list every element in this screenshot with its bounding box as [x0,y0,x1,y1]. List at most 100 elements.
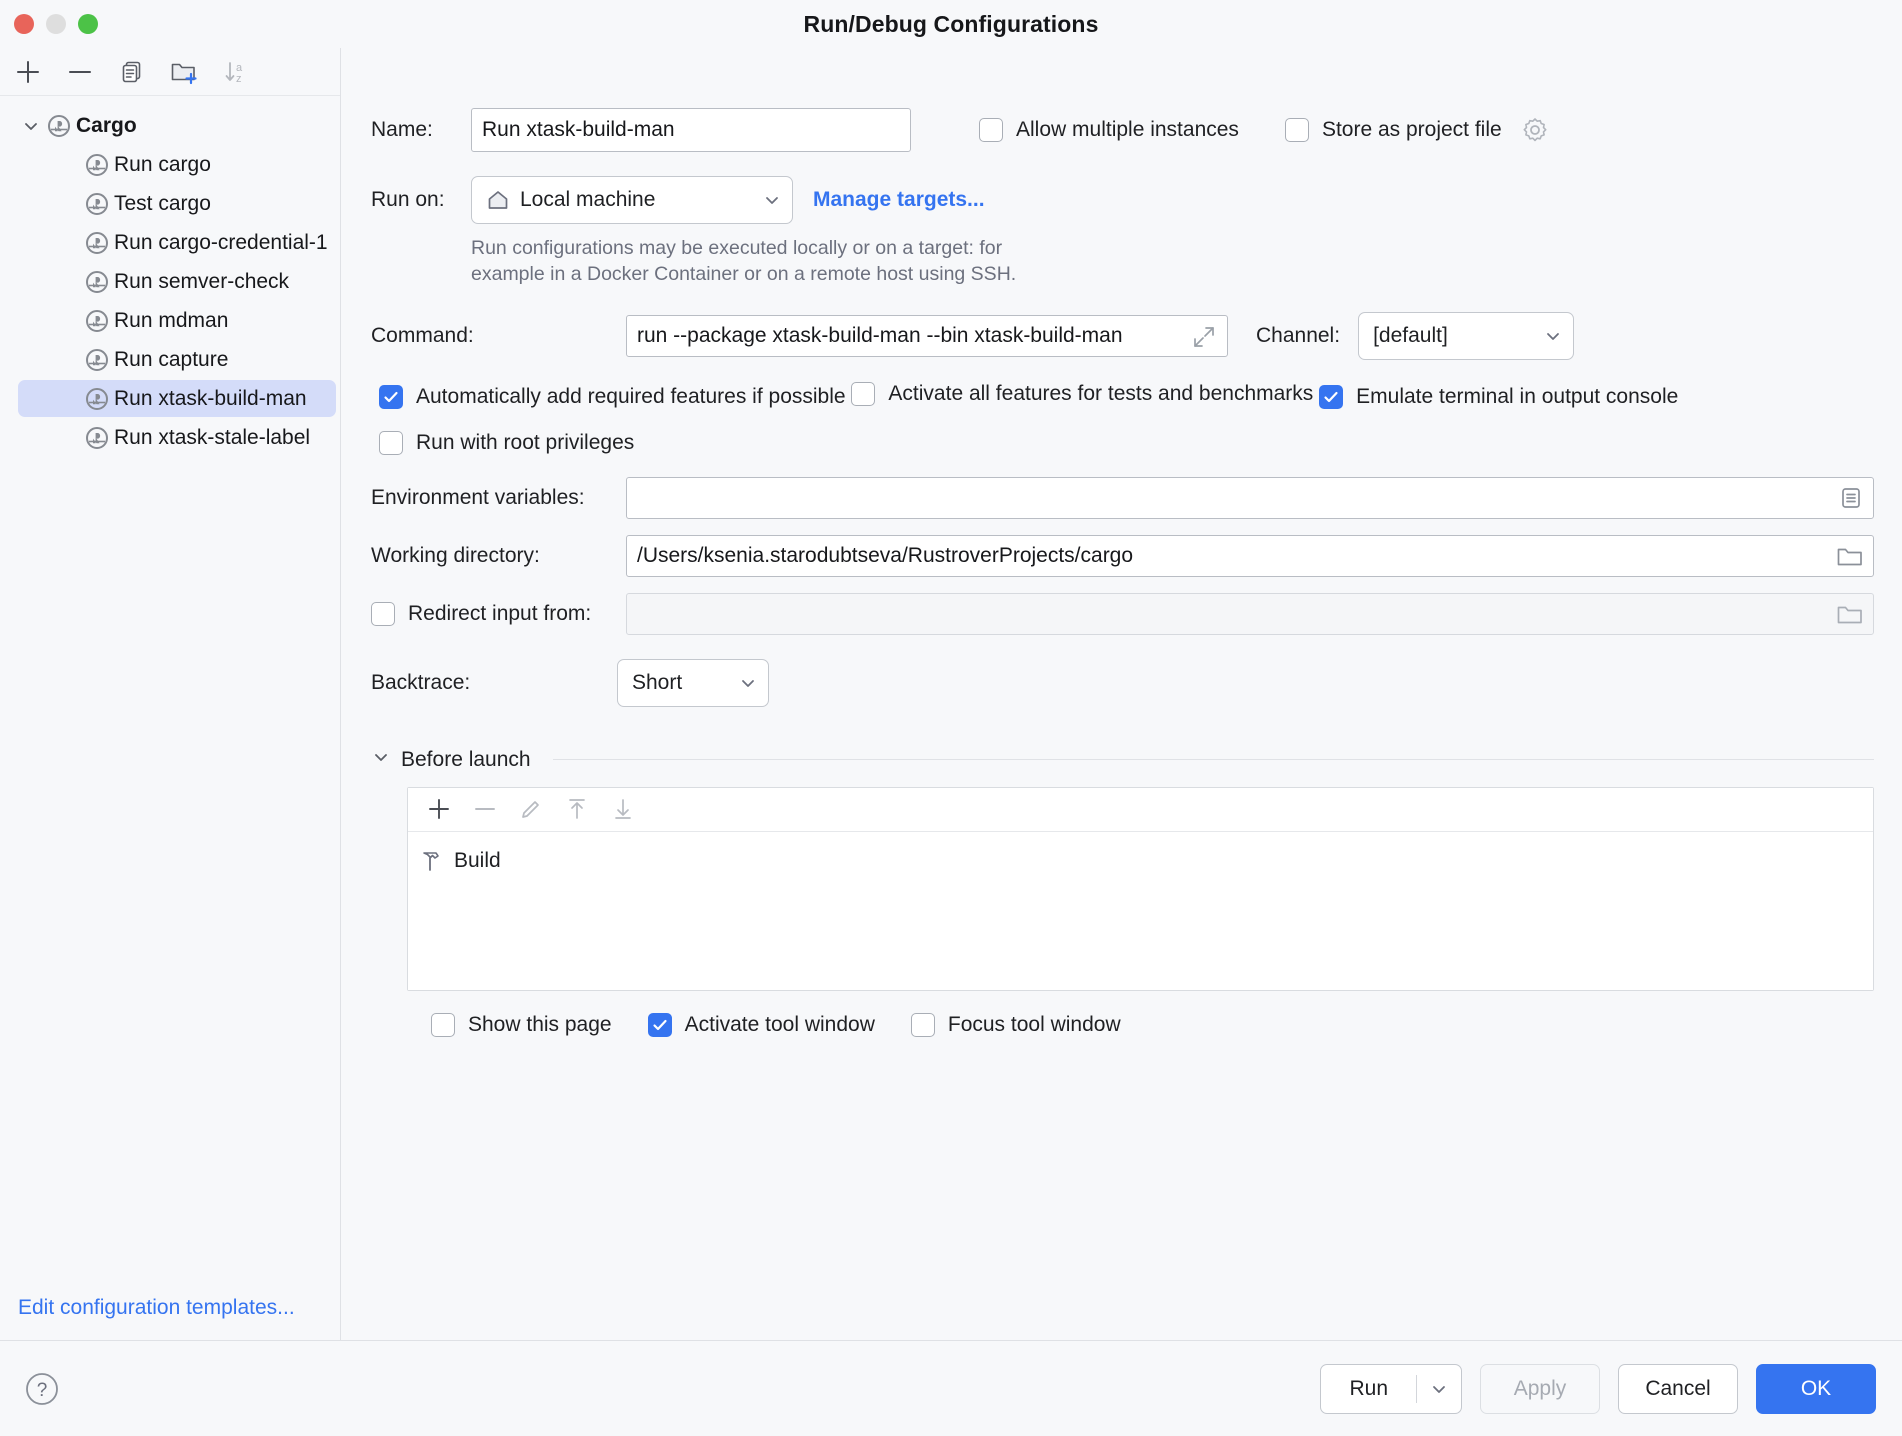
redirect-input-field[interactable] [626,593,1874,635]
working-directory-input[interactable]: /Users/ksenia.starodubtseva/RustroverPro… [626,535,1874,577]
manage-targets-link[interactable]: Manage targets... [813,188,985,212]
sort-az-icon: a z [221,57,251,87]
redirect-input-label: Redirect input from: [408,602,591,626]
help-icon[interactable]: ? [22,1369,62,1409]
run-split-button[interactable]: Run [1320,1364,1462,1414]
chevron-down-icon [1429,1379,1449,1399]
checkbox-box[interactable] [379,385,403,409]
tree-item-run-cargo-credential[interactable]: Run cargo-credential-1 [0,223,340,262]
rust-icon [84,386,110,412]
command-input[interactable]: run --package xtask-build-man --bin xtas… [626,315,1228,357]
plus-icon [426,796,452,822]
activate-tool-window-checkbox[interactable]: Activate tool window [648,1013,875,1037]
move-task-up-button[interactable] [556,790,598,828]
configurations-sidebar: a z Cargo [0,48,341,1340]
expand-icon[interactable] [1191,324,1217,350]
checkbox-box[interactable] [851,382,875,406]
store-as-project-file-checkbox[interactable]: Store as project file [1285,116,1549,144]
folder-icon[interactable] [1835,544,1865,570]
edit-task-button[interactable] [510,790,552,828]
rust-icon [84,308,110,334]
before-launch-task-item[interactable]: Build [418,844,1873,878]
list-browse-icon[interactable] [1838,485,1864,511]
show-this-page-checkbox[interactable]: Show this page [431,1013,612,1037]
cancel-button[interactable]: Cancel [1618,1364,1738,1414]
name-input[interactable]: Run xtask-build-man [471,108,911,152]
close-window-button[interactable] [14,14,34,34]
redirect-input-checkbox[interactable]: Redirect input from: [371,602,626,626]
tree-item-label: Run xtask-build-man [114,387,307,411]
remove-task-button[interactable] [464,790,506,828]
minus-icon [472,796,498,822]
gear-icon[interactable] [1521,116,1549,144]
tree-item-run-semver-check[interactable]: Run semver-check [0,262,340,301]
command-label: Command: [371,324,626,348]
copy-configuration-button[interactable] [110,52,154,92]
before-launch-task-label: Build [454,849,501,873]
new-folder-button[interactable] [162,52,206,92]
activate-all-features-checkbox[interactable]: Activate all features for tests and benc… [851,382,1313,406]
tree-item-run-xtask-build-man[interactable]: Run xtask-build-man [0,379,340,418]
add-task-button[interactable] [418,790,460,828]
tree-item-run-xtask-stale-label[interactable]: Run xtask-stale-label [0,418,340,457]
remove-configuration-button[interactable] [58,52,102,92]
add-configuration-button[interactable] [6,52,50,92]
check-icon [651,1016,669,1034]
tree-item-run-cargo[interactable]: Run cargo [0,145,340,184]
tree-group-cargo[interactable]: Cargo [0,106,340,145]
tree-item-run-mdman[interactable]: Run mdman [0,301,340,340]
tree-item-label: Run semver-check [114,270,289,294]
minimize-window-button[interactable] [46,14,66,34]
before-launch-task-list[interactable]: Build [408,832,1873,990]
working-directory-value: /Users/ksenia.starodubtseva/RustroverPro… [637,544,1133,568]
tree-item-label: Run cargo-credential-1 [114,231,328,255]
ok-button[interactable]: OK [1756,1364,1876,1414]
window-controls [14,14,98,34]
before-launch-title: Before launch [401,748,531,772]
checkbox-box[interactable] [431,1013,455,1037]
folder-icon[interactable] [1835,602,1865,628]
edit-configuration-templates-link[interactable]: Edit configuration templates... [18,1296,295,1320]
tree-item-run-capture[interactable]: Run capture [0,340,340,379]
arrow-up-icon [564,796,590,822]
run-with-root-privileges-label: Run with root privileges [416,431,634,455]
auto-add-features-label: Automatically add required features if p… [416,385,846,409]
run-on-dropdown[interactable]: Local machine [471,176,793,224]
emulate-terminal-checkbox[interactable]: Emulate terminal in output console [1319,385,1678,409]
chevron-down-icon[interactable] [18,113,44,139]
allow-multiple-instances-checkbox[interactable]: Allow multiple instances [979,118,1239,142]
checkbox-box[interactable] [648,1013,672,1037]
checkbox-box[interactable] [911,1013,935,1037]
plus-icon [13,57,43,87]
zoom-window-button[interactable] [78,14,98,34]
run-debug-configurations-dialog: Run/Debug Configurations [0,0,1902,1436]
run-dropdown-button[interactable] [1417,1365,1461,1413]
checkbox-box[interactable] [979,118,1003,142]
channel-dropdown[interactable]: [default] [1358,312,1574,360]
focus-tool-window-checkbox[interactable]: Focus tool window [911,1013,1121,1037]
move-task-down-button[interactable] [602,790,644,828]
rust-icon [84,230,110,256]
run-with-root-privileges-checkbox[interactable]: Run with root privileges [379,431,634,455]
chevron-down-icon [738,673,758,693]
checkbox-box[interactable] [379,431,403,455]
tree-item-test-cargo[interactable]: Test cargo [0,184,340,223]
sort-alphabetically-button[interactable]: a z [214,52,258,92]
sidebar-toolbar: a z [0,48,340,96]
auto-add-features-checkbox[interactable]: Automatically add required features if p… [379,385,846,409]
chevron-down-icon[interactable] [371,747,391,773]
configuration-form-panel: Name: Run xtask-build-man Allow multiple… [341,48,1902,1340]
run-button[interactable]: Run [1321,1365,1416,1413]
environment-variables-input[interactable] [626,477,1874,519]
run-on-hint-line-2: example in a Docker Container or on a re… [471,262,1874,288]
run-on-value: Local machine [520,188,655,212]
apply-button[interactable]: Apply [1480,1364,1600,1414]
activate-all-features-label: Activate all features for tests and benc… [888,382,1313,406]
checkbox-box[interactable] [1319,385,1343,409]
checkbox-box[interactable] [371,602,395,626]
backtrace-value: Short [632,671,682,695]
before-launch-header[interactable]: Before launch [371,747,1874,773]
backtrace-dropdown[interactable]: Short [617,659,769,707]
configurations-tree[interactable]: Cargo Run cargo [0,96,340,1276]
checkbox-box[interactable] [1285,118,1309,142]
